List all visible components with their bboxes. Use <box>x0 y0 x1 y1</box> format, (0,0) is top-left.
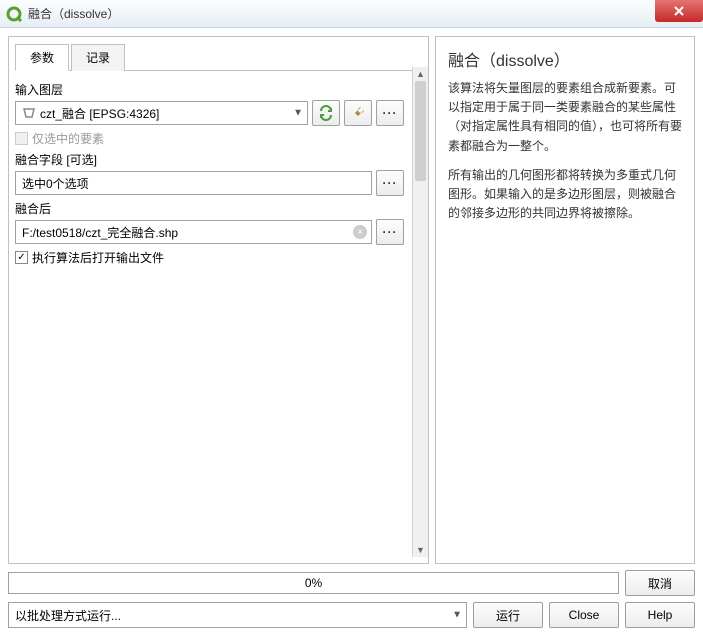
close-dialog-button[interactable]: Close <box>549 602 619 628</box>
advanced-options-button[interactable] <box>344 100 372 126</box>
window-title: 融合（dissolve） <box>28 5 119 22</box>
tab-parameters[interactable]: 参数 <box>15 44 69 71</box>
open-output-label: 执行算法后打开输出文件 <box>32 249 164 266</box>
polygon-layer-icon <box>22 106 36 120</box>
tab-bar: 参数 记录 <box>15 43 422 71</box>
help-panel: 融合（dissolve） 该算法将矢量图层的要素组合成新要素。可以指定用于属于同… <box>435 36 695 564</box>
progress-text: 0% <box>305 576 322 590</box>
batch-mode-combo[interactable]: 以批处理方式运行... ▼ <box>8 602 467 628</box>
upper-split: 参数 记录 输入图层 czt_融合 [EPSG:4326] ▼ <box>8 36 695 564</box>
wrench-icon <box>350 105 366 121</box>
progress-bar: 0% <box>8 572 619 594</box>
iterate-icon <box>318 105 334 121</box>
open-output-checkbox[interactable] <box>15 251 28 264</box>
progress-row: 0% 取消 <box>8 570 695 596</box>
input-layer-browse-button[interactable] <box>376 100 404 126</box>
scroll-down-arrow[interactable]: ▼ <box>413 543 428 557</box>
input-layer-combo[interactable]: czt_融合 [EPSG:4326] ▼ <box>15 101 308 125</box>
button-row: 以批处理方式运行... ▼ 运行 Close Help <box>8 602 695 628</box>
dissolve-field-browse-button[interactable] <box>376 170 404 196</box>
help-paragraph-1: 该算法将矢量图层的要素组合成新要素。可以指定用于属于同一类要素融合的某些属性（对… <box>448 79 682 156</box>
help-heading: 融合（dissolve） <box>448 47 682 71</box>
chevron-down-icon: ▼ <box>293 108 303 119</box>
selected-only-label: 仅选中的要素 <box>32 130 104 147</box>
input-layer-label: 输入图层 <box>15 81 404 98</box>
open-output-row: 执行算法后打开输出文件 <box>15 249 404 266</box>
output-path-input[interactable]: F:/test0518/czt_完全融合.shp × <box>15 220 372 244</box>
dissolve-field-value: 选中0个选项 <box>22 175 89 192</box>
input-layer-value: czt_融合 [EPSG:4326] <box>40 105 159 122</box>
output-path-value: F:/test0518/czt_完全融合.shp <box>22 224 178 241</box>
parameters-form: 输入图层 czt_融合 [EPSG:4326] ▼ <box>15 77 422 270</box>
vertical-scrollbar[interactable]: ▲ ▼ <box>412 67 428 557</box>
app-icon <box>6 6 22 22</box>
selected-only-row: 仅选中的要素 <box>15 130 404 147</box>
help-paragraph-2: 所有输出的几何图形都将转换为多重式几何图形。如果输入的是多边形图层，则被融合的邻… <box>448 166 682 224</box>
dialog-window: 融合（dissolve） 参数 记录 输入图层 czt_融合 [EPSG:432… <box>0 0 703 636</box>
help-button[interactable]: Help <box>625 602 695 628</box>
titlebar: 融合（dissolve） <box>0 0 703 28</box>
parameters-panel: 参数 记录 输入图层 czt_融合 [EPSG:4326] ▼ <box>8 36 429 564</box>
tab-log[interactable]: 记录 <box>71 44 125 71</box>
close-button[interactable] <box>655 0 703 22</box>
dissolve-field-combo[interactable]: 选中0个选项 <box>15 171 372 195</box>
close-icon <box>673 5 685 17</box>
selected-only-checkbox <box>15 132 28 145</box>
output-label: 融合后 <box>15 200 404 217</box>
scroll-up-arrow[interactable]: ▲ <box>413 67 428 81</box>
scrollbar-thumb[interactable] <box>415 81 426 181</box>
output-browse-button[interactable] <box>376 219 404 245</box>
clear-output-button[interactable]: × <box>353 225 367 239</box>
dissolve-field-label: 融合字段 [可选] <box>15 151 404 168</box>
cancel-button[interactable]: 取消 <box>625 570 695 596</box>
iterate-button[interactable] <box>312 100 340 126</box>
batch-mode-label: 以批处理方式运行... <box>15 607 121 624</box>
content-area: 参数 记录 输入图层 czt_融合 [EPSG:4326] ▼ <box>0 28 703 636</box>
chevron-down-icon: ▼ <box>452 610 462 621</box>
run-button[interactable]: 运行 <box>473 602 543 628</box>
